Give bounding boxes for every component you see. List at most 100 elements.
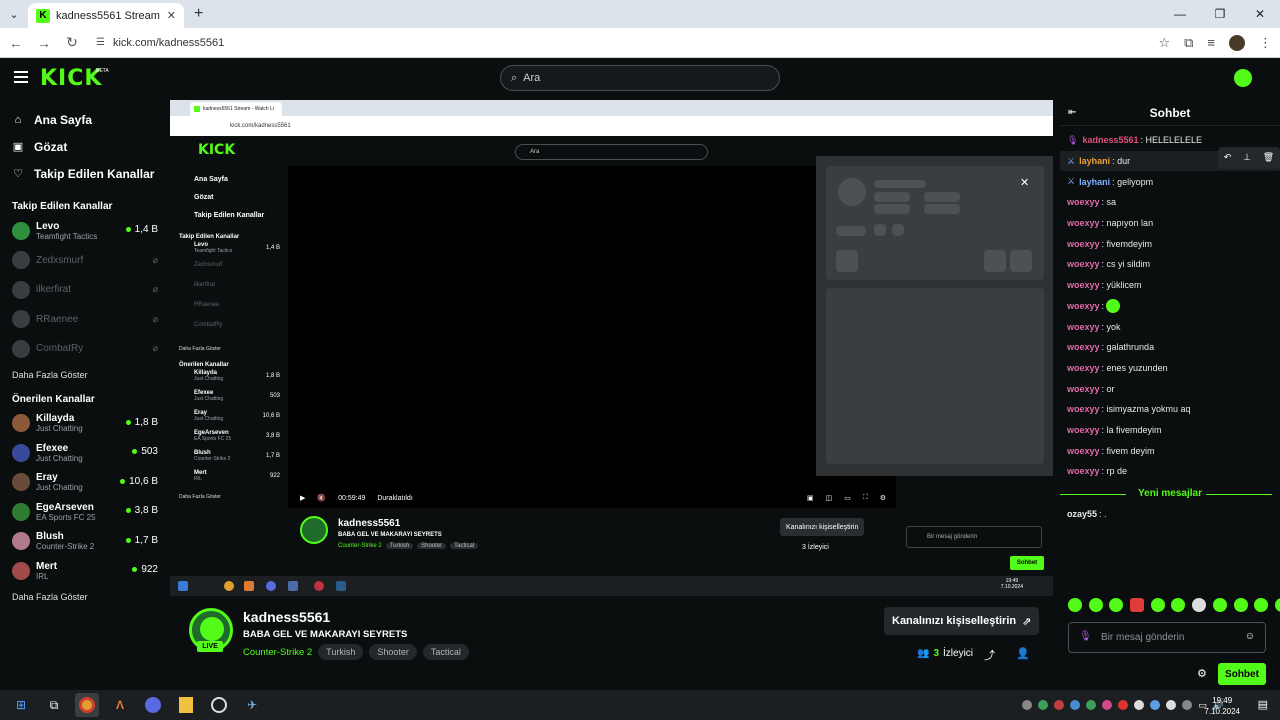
emote-icon[interactable] <box>1274 598 1280 612</box>
mute-icon[interactable]: 🔇 <box>317 494 326 502</box>
new-tab-icon[interactable]: + <box>194 5 203 23</box>
chat-message[interactable]: woexyy: yüklicem <box>1060 275 1280 296</box>
chat-username[interactable]: woexyy <box>1067 301 1100 311</box>
emoji-picker-icon[interactable]: ☺ <box>1245 631 1255 642</box>
tray-icon[interactable] <box>1070 700 1081 710</box>
chat-message[interactable]: ⚔ layhani: geliyopm <box>1060 171 1280 192</box>
reload-icon[interactable]: ↻ <box>64 34 80 51</box>
tray-icon[interactable] <box>1166 700 1177 710</box>
chat-message[interactable]: woexyy: enes yuzunden <box>1060 358 1280 379</box>
chat-username[interactable]: woexyy <box>1067 466 1100 476</box>
chat-username[interactable]: kadness5561 <box>1082 135 1138 145</box>
reply-icon[interactable]: ↶ <box>1224 152 1232 163</box>
tab-search-icon[interactable]: ⌄ <box>0 0 28 28</box>
chat-message[interactable]: ozay55: . <box>1060 504 1280 525</box>
chat-username[interactable]: woexyy <box>1067 280 1100 290</box>
channel-item[interactable]: Mert IRL 922 <box>0 556 170 586</box>
emote-icon[interactable] <box>1192 598 1207 612</box>
media-control-icon[interactable]: ≡ <box>1207 35 1215 50</box>
delete-icon[interactable]: 🗑 <box>1263 152 1274 163</box>
chat-message[interactable]: woexyy: rp de <box>1060 461 1280 482</box>
emote-icon[interactable] <box>1068 598 1082 612</box>
emote-icon[interactable] <box>1212 598 1227 612</box>
hamburger-menu-icon[interactable] <box>14 71 28 83</box>
chat-message[interactable]: woexyy: <box>1060 296 1280 317</box>
minimize-icon[interactable]: — <box>1160 0 1200 28</box>
obs-icon[interactable] <box>207 693 231 717</box>
fullscreen-icon[interactable]: ⛶ <box>863 494 868 502</box>
chat-username[interactable]: woexyy <box>1067 425 1100 435</box>
chrome-icon[interactable] <box>75 693 99 717</box>
task-view-icon[interactable]: ⧉ <box>42 693 66 717</box>
channel-item[interactable]: Zedxsmurf ⌀ <box>0 246 170 276</box>
channel-item[interactable]: Efexee Just Chatting 503 <box>0 438 170 468</box>
chat-username[interactable]: woexyy <box>1067 322 1100 332</box>
profile-avatar[interactable] <box>1229 34 1245 51</box>
kick-logo[interactable]: KICK <box>40 66 102 91</box>
show-more-recommended[interactable]: Daha Fazla Göster <box>0 592 170 602</box>
share-icon[interactable]: ⤴ <box>984 647 995 663</box>
chat-username[interactable]: layhani <box>1079 177 1110 187</box>
tray-icon[interactable] <box>1134 700 1145 710</box>
chat-message[interactable]: woexyy: sa <box>1060 192 1280 213</box>
chat-settings-icon[interactable]: ⚙ <box>1197 667 1207 680</box>
tag[interactable]: Shooter <box>369 644 417 660</box>
tray-icon[interactable] <box>1118 700 1129 710</box>
chat-username[interactable]: woexyy <box>1067 239 1100 249</box>
bookmark-star-icon[interactable]: ☆ <box>1158 35 1170 51</box>
pin-icon[interactable]: ⊥ <box>1243 152 1251 163</box>
channel-item[interactable]: EgeArseven EA Sports FC 25 3,8 B <box>0 497 170 527</box>
windows-start-icon[interactable]: ⊞ <box>9 693 33 717</box>
notifications-icon[interactable]: ▤ <box>1258 698 1268 711</box>
chat-username[interactable]: layhani <box>1079 156 1110 166</box>
tag[interactable]: Tactical <box>422 644 469 660</box>
emote-icon[interactable] <box>1130 598 1145 612</box>
emote-icon[interactable] <box>1088 598 1103 612</box>
new-messages-divider[interactable]: Yeni mesajlar <box>1060 484 1280 504</box>
extensions-icon[interactable]: ⧉ <box>1184 35 1193 51</box>
nav-browse[interactable]: ▣ Gözat <box>0 133 170 160</box>
settings-icon[interactable]: ⚙ <box>880 494 886 502</box>
app-icon[interactable] <box>174 693 198 717</box>
collapse-chat-icon[interactable]: ⇤ <box>1068 107 1076 118</box>
browser-tab[interactable]: K kadness5561 Stream - Watch Li ✕ <box>28 3 184 28</box>
chat-username[interactable]: ozay55 <box>1067 509 1097 519</box>
add-user-icon[interactable]: 👤 <box>1016 647 1030 660</box>
chat-username[interactable]: woexyy <box>1067 342 1100 352</box>
play-icon[interactable]: ▶ <box>300 494 305 502</box>
chat-message[interactable]: woexyy: isimyazma yokmu aq <box>1060 399 1280 420</box>
show-more-followed[interactable]: Daha Fazla Göster <box>0 370 170 380</box>
channel-item[interactable]: Blush Counter-Strike 2 1,7 B <box>0 527 170 557</box>
pip-icon[interactable]: ▣ <box>807 494 814 502</box>
forward-icon[interactable]: → <box>36 35 52 51</box>
browser-menu-icon[interactable]: ⋮ <box>1259 35 1272 51</box>
tray-icon[interactable] <box>1150 700 1161 710</box>
chat-message[interactable]: woexyy: fivemdeyim <box>1060 233 1280 254</box>
emote-icon[interactable] <box>1109 598 1124 612</box>
chat-message[interactable]: woexyy: fivem deyim <box>1060 440 1280 461</box>
tray-icon[interactable] <box>1086 700 1097 710</box>
customize-channel-button[interactable]: Kanalınızı kişiselleştirin ⇗ <box>884 607 1040 635</box>
os-clock[interactable]: 19:49 7.10.2024 <box>1204 695 1240 717</box>
emote-icon[interactable] <box>1171 598 1186 612</box>
chat-username[interactable]: woexyy <box>1067 404 1100 414</box>
chat-message[interactable]: woexyy: or <box>1060 378 1280 399</box>
user-avatar[interactable] <box>1234 69 1252 87</box>
back-icon[interactable]: ← <box>8 35 24 51</box>
chat-username[interactable]: woexyy <box>1067 384 1100 394</box>
chat-username[interactable]: woexyy <box>1067 218 1100 228</box>
app-icon[interactable]: Λ <box>108 693 132 717</box>
category-link[interactable]: Counter-Strike 2 <box>243 647 312 658</box>
clip-icon[interactable]: ◫ <box>826 494 833 502</box>
steam-icon[interactable]: ✈ <box>240 693 264 717</box>
send-chat-button[interactable]: Sohbet <box>1218 663 1266 685</box>
emote-icon[interactable] <box>1233 598 1248 612</box>
chat-username[interactable]: woexyy <box>1067 259 1100 269</box>
chat-message[interactable]: woexyy: la fivemdeyim <box>1060 420 1280 441</box>
site-info-icon[interactable]: ☰ <box>96 37 105 48</box>
tray-icon[interactable] <box>1022 700 1033 710</box>
chat-message[interactable]: woexyy: galathrunda <box>1060 337 1280 358</box>
restore-icon[interactable]: ❐ <box>1200 0 1240 28</box>
chat-username[interactable]: woexyy <box>1067 363 1100 373</box>
channel-name[interactable]: kadness5561 <box>243 609 330 625</box>
